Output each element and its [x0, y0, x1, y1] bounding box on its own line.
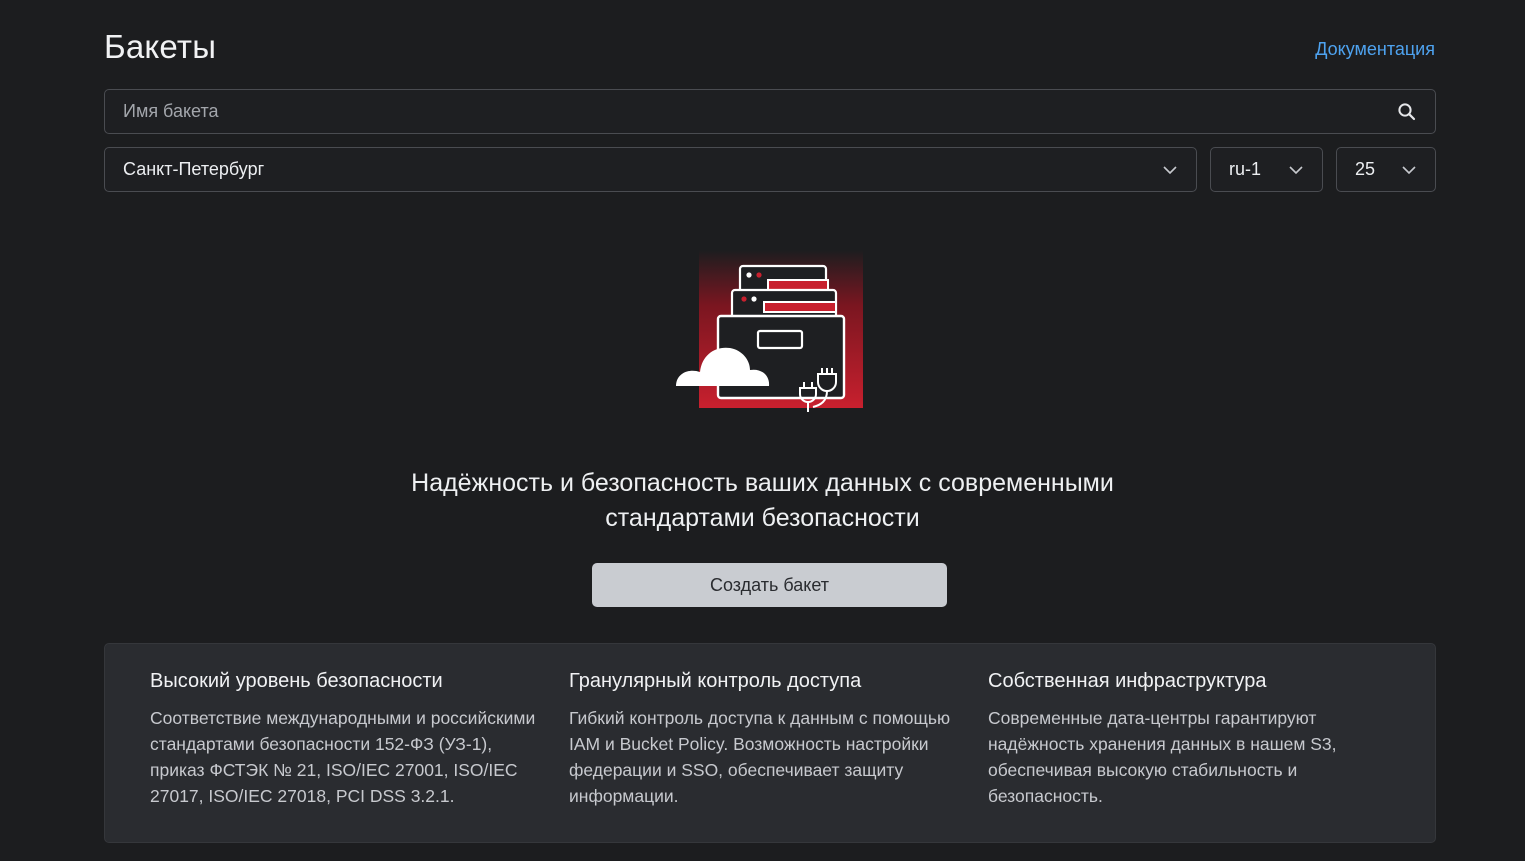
feature-title: Гранулярный контроль доступа: [569, 670, 862, 692]
bucket-illustration-icon: [672, 250, 868, 412]
page-size-select-value: 25: [1355, 159, 1376, 179]
zone-select[interactable]: ru-1: [1210, 147, 1323, 192]
headline-line-2: стандартами безопасности: [605, 504, 920, 532]
feature-security: Высокий уровень безопасности Соответстви…: [150, 670, 550, 809]
features-panel: Высокий уровень безопасности Соответстви…: [104, 643, 1436, 843]
page-title: Бакеты: [104, 28, 217, 65]
feature-access-control: Гранулярный контроль доступа Гибкий конт…: [569, 670, 969, 809]
region-select-value: Санкт-Петербург: [123, 159, 265, 179]
zone-select-value: ru-1: [1229, 159, 1262, 179]
documentation-link[interactable]: Документация: [1315, 39, 1435, 60]
feature-text: Современные дата-центры гарантируют надё…: [988, 708, 1337, 806]
feature-title: Высокий уровень безопасности: [150, 670, 443, 692]
chevron-down-icon: [1401, 162, 1417, 178]
headline-line-1: Надёжность и безопасность ваших данных с…: [411, 469, 1114, 497]
chevron-down-icon: [1288, 162, 1304, 178]
search-input[interactable]: [105, 90, 1397, 133]
search-box: [104, 89, 1436, 134]
page-size-select[interactable]: 25: [1336, 147, 1436, 192]
chevron-down-icon: [1162, 162, 1178, 178]
empty-state-headline: Надёжность и безопасность ваших данных с…: [0, 466, 1525, 536]
feature-infrastructure: Собственная инфраструктура Современные д…: [988, 670, 1388, 809]
feature-text: Соответствие международными и российским…: [150, 708, 536, 806]
search-icon[interactable]: [1397, 102, 1417, 122]
feature-text: Гибкий контроль доступа к данным с помощ…: [569, 708, 951, 806]
region-select[interactable]: Санкт-Петербург: [104, 147, 1197, 192]
create-bucket-button[interactable]: Создать бакет: [592, 563, 947, 607]
feature-title: Собственная инфраструктура: [988, 670, 1267, 692]
